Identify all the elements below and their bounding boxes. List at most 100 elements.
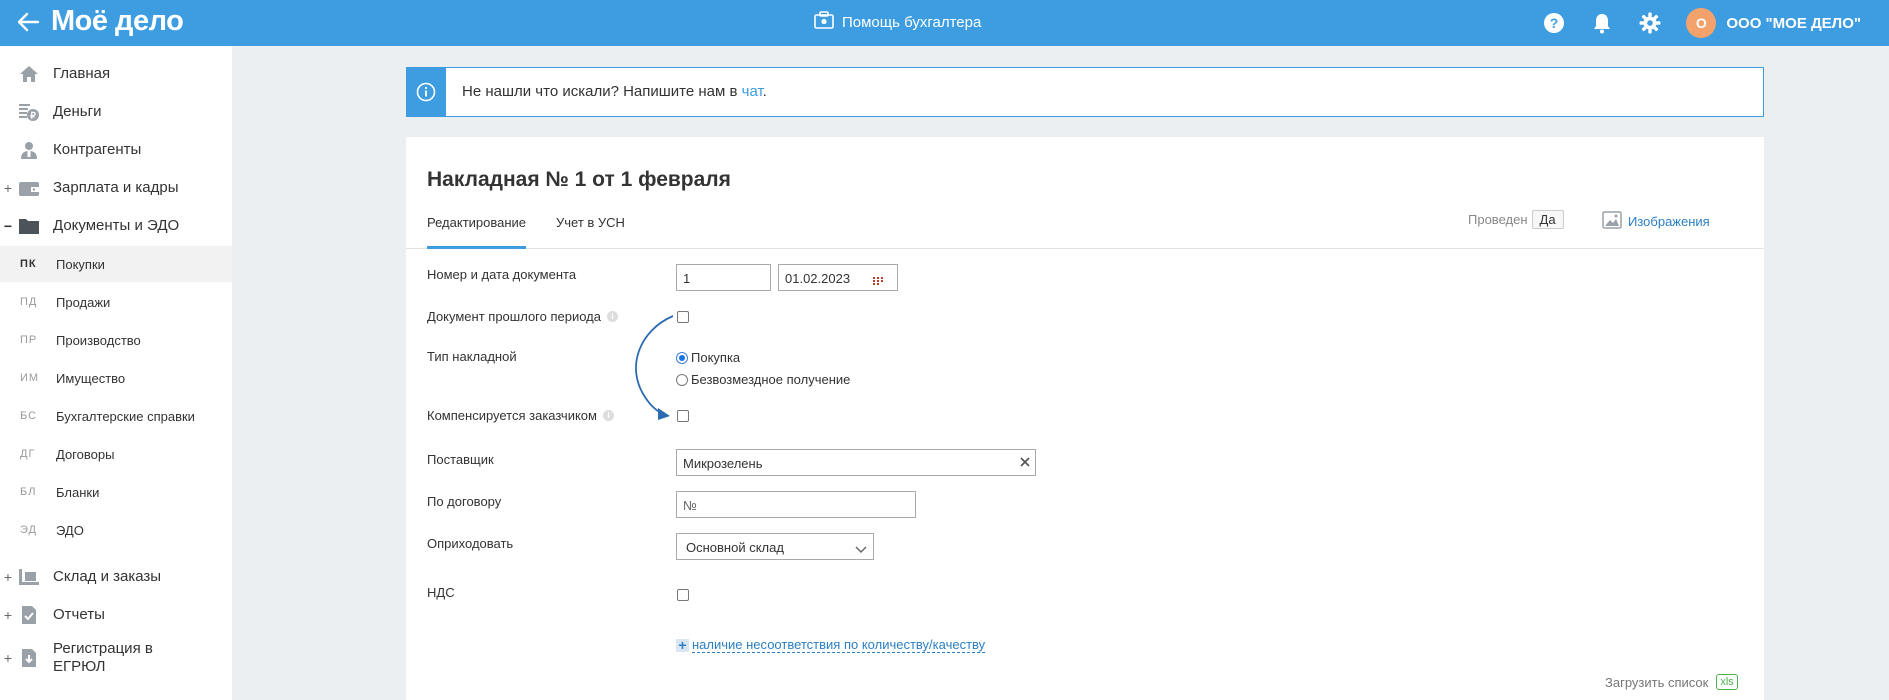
sidebar-item-label: Склад и заказы [53,568,162,585]
doc-number-input[interactable]: 1 [676,264,771,291]
invoice-type-label: Тип накладной [427,349,517,364]
sidebar-sub-production[interactable]: ПР Производство [0,322,232,358]
hint-icon[interactable]: i [607,311,618,322]
sidebar-sub-contracts[interactable]: ДГ Договоры [0,436,232,472]
plus-icon: + [676,637,689,653]
supplier-label: Поставщик [427,452,494,467]
wallet-icon [18,177,40,199]
help-icon[interactable]: ? [1542,11,1566,35]
accountant-help-label: Помощь бухгалтера [842,13,982,31]
sidebar-item-main[interactable]: Главная [0,56,232,92]
mismatch-link[interactable]: + наличие несоответствия по количеству/к… [676,637,986,653]
contract-label: По договору [427,494,502,509]
sidebar-item-contractors[interactable]: Контрагенты [0,132,232,168]
upload-list[interactable]: Загрузить список xls [1605,674,1738,690]
sidebar-sub-forms[interactable]: БЛ Бланки [0,474,232,510]
avatar[interactable]: О [1686,8,1717,38]
page-title: Накладная № 1 от 1 февраля [427,168,731,191]
sidebar-sub-property[interactable]: ИМ Имущество [0,360,232,396]
back-arrow-icon[interactable] [14,8,42,36]
sidebar-item-salary[interactable]: + Зарплата и кадры [0,170,232,206]
header-actions: ? О ООО "МОЕ ДЕЛО" [1518,6,1861,40]
contract-input[interactable]: № [676,491,916,518]
sub-label: Продажи [56,294,111,310]
past-period-label: Документ прошлого периода [427,309,601,324]
radio-free-receipt-label: Безвозмездное получение [691,372,851,387]
sub-label: ЭДО [56,522,84,538]
accountant-help[interactable]: Помощь бухгалтера [814,11,981,33]
chevron-down-icon [855,542,867,557]
tab-usn-accounting[interactable]: Учет в УСН [556,209,625,249]
sub-label: Имущество [56,370,126,386]
sidebar-item-label: Зарплата и кадры [53,179,179,196]
compensated-checkbox[interactable] [677,410,689,422]
sub-code: БЛ [20,486,37,498]
supplier-value: Микрозелень [683,456,763,471]
briefcase-icon [814,11,834,33]
sub-code: ЭД [20,524,37,536]
registration-icon [18,647,40,669]
sidebar-item-documents[interactable]: − Документы и ЭДО [0,208,232,244]
xls-badge[interactable]: xls [1716,674,1738,690]
sub-label: Покупки [56,256,105,272]
image-icon [1602,211,1622,232]
top-bar: Моё дело Помощь бухгалтера ? О ООО "МОЕ … [0,0,1889,46]
report-icon [18,604,40,626]
sub-code: ПР [20,334,38,346]
sub-code: ИМ [20,372,40,384]
sidebar-item-reports[interactable]: + Отчеты [0,597,232,633]
supplier-input[interactable]: Микрозелень [676,449,1036,476]
sidebar-item-money[interactable]: ₽ Деньги [0,94,232,130]
sidebar-item-warehouse[interactable]: + Склад и заказы [0,559,232,595]
posted-label: Проведен [1468,212,1528,227]
sidebar-item-registration[interactable]: + Регистрация в ЕГРЮЛ [0,635,232,681]
company-name[interactable]: ООО "МОЕ ДЕЛО" [1726,15,1861,32]
compensated-label: Компенсируется заказчиком [427,408,597,423]
gear-icon[interactable] [1638,11,1662,35]
banner-text: Не нашли что искали? Напишите нам в чат. [462,83,767,100]
expander-icon: + [3,607,13,623]
images-label: Изображения [1628,214,1710,229]
sidebar-sub-sales[interactable]: ПД Продажи [0,284,232,320]
doc-date-value: 01.02.2023 [785,271,851,286]
images-link[interactable]: Изображения [1602,211,1710,232]
upload-label: Загрузить список [1605,674,1709,690]
collapse-icon: − [3,218,13,234]
logo[interactable]: Моё дело [51,5,184,38]
chat-link[interactable]: чат [742,83,763,100]
sidebar-sub-accounting-certificates[interactable]: БС Бухгалтерские справки [0,398,232,434]
posted-toggle[interactable]: Да [1531,210,1564,229]
warehouse-icon [18,566,40,588]
sidebar-item-label: Регистрация в ЕГРЮЛ [53,640,153,675]
warehouse-value: Основной склад [686,540,784,555]
posted-status: Проведен Да [1468,210,1564,229]
calendar-icon[interactable] [873,273,883,288]
home-icon [18,63,40,85]
svg-text:?: ? [1550,15,1559,31]
info-banner: Не нашли что искали? Напишите нам в чат. [406,67,1764,117]
sub-code: ПК [20,258,37,270]
sub-code: БС [20,410,38,422]
sidebar-item-label: Главная [53,65,111,82]
vat-checkbox[interactable] [677,589,689,601]
radio-purchase-label: Покупка [691,350,741,365]
doc-date-input[interactable]: 01.02.2023 [778,264,898,291]
sidebar-sub-edo[interactable]: ЭД ЭДО [0,512,232,548]
tab-editing[interactable]: Редактирование [427,209,526,249]
info-icon [406,67,446,117]
sidebar-item-label: Отчеты [53,606,105,623]
radio-purchase[interactable]: Покупка [676,350,740,365]
sub-label: Производство [56,332,141,348]
sidebar-sub-purchases[interactable]: ПК Покупки [0,246,232,282]
clear-icon[interactable] [1019,456,1031,471]
warehouse-select[interactable]: Основной склад [676,533,874,560]
bell-icon[interactable] [1590,11,1614,35]
radio-free-receipt[interactable]: Безвозмездное получение [676,372,850,387]
expander-icon: + [3,569,13,585]
compensated-field: Компенсируется заказчиком i [427,408,614,423]
sidebar-item-label: Документы и ЭДО [53,217,180,234]
expander-icon: + [3,650,13,666]
hint-icon[interactable]: i [602,410,614,421]
past-period-field: Документ прошлого периода i [427,309,618,324]
vat-label: НДС [427,585,455,600]
